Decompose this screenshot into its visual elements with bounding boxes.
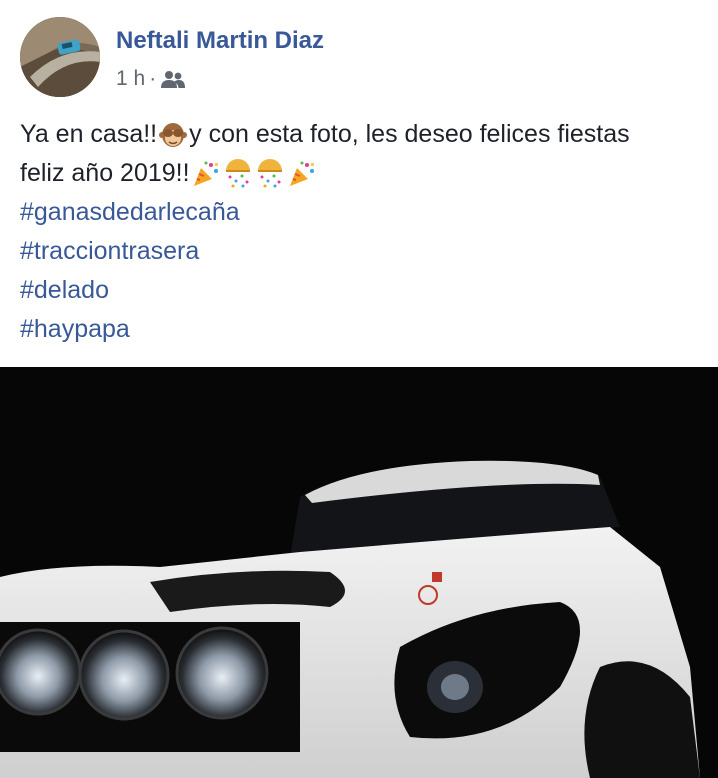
post-text-part-3: feliz año 2019!! [20, 159, 190, 187]
post-meta: 1 h · [116, 67, 186, 91]
hashtag-link[interactable]: #haypapa [20, 310, 710, 349]
post-photo[interactable] [0, 367, 718, 778]
post-text-line-1: Ya en casa!! y con esta foto, les deseo … [20, 115, 710, 154]
post-header: Neftali Martin Diaz 1 h · [20, 17, 700, 101]
post-text-line-2: feliz año 2019!! [20, 154, 710, 193]
party-popper-icon [287, 159, 317, 189]
meta-separator: · [149, 67, 157, 90]
post-text-part-2: y con esta foto, les deseo felices fiest… [189, 120, 630, 148]
hashtag-link[interactable]: #delado [20, 271, 710, 310]
see-no-evil-monkey-icon [158, 120, 188, 150]
author-name[interactable]: Neftali Martin Diaz [116, 27, 324, 55]
post-text: Ya en casa!! y con esta foto, les deseo … [20, 115, 710, 349]
confetti-ball-icon [223, 158, 253, 189]
party-popper-icon [191, 159, 221, 189]
post-time[interactable]: 1 h [116, 67, 145, 91]
friends-icon[interactable] [160, 69, 186, 89]
post-text-part-1: Ya en casa!! [20, 120, 158, 148]
author-avatar[interactable] [20, 17, 100, 97]
car-photo-image [0, 367, 718, 778]
hashtag-link[interactable]: #tracciontrasera [20, 232, 710, 271]
hashtag-link[interactable]: #ganasdedarlecaña [20, 193, 710, 232]
confetti-ball-icon [255, 158, 285, 189]
avatar-image [20, 17, 100, 97]
